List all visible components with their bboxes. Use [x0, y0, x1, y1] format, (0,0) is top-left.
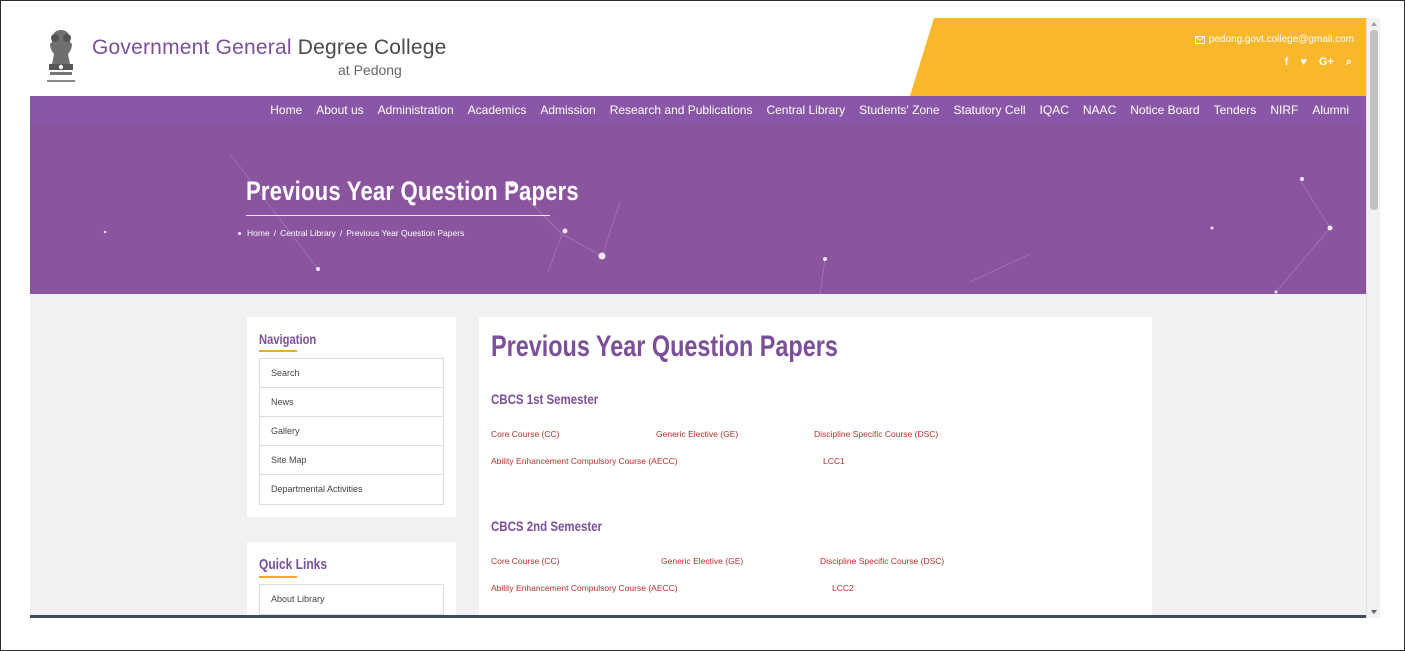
title-underline — [246, 215, 550, 216]
title-accent — [259, 350, 297, 352]
header-contact-panel: pedong.govt.college@gmail.com f ♥ G+ ⌕ — [910, 18, 1366, 96]
email-contact[interactable]: pedong.govt.college@gmail.com — [1194, 34, 1354, 45]
sidebar-item-about-library[interactable]: About Library — [260, 585, 443, 614]
sem2-aecc-link[interactable]: Ability Enhancement Compulsory Course (A… — [491, 583, 678, 593]
sidebar-item-site-map[interactable]: Site Map — [260, 446, 443, 475]
quick-links-list: About Library — [259, 584, 444, 615]
email-address: pedong.govt.college@gmail.com — [1208, 34, 1354, 45]
nav-tenders[interactable]: Tenders — [1207, 103, 1264, 117]
national-emblem-icon — [42, 26, 80, 88]
college-location: at Pedong — [338, 62, 402, 78]
sidebar-item-search[interactable]: Search — [260, 359, 443, 388]
sem1-aecc-link[interactable]: Ability Enhancement Compulsory Course (A… — [491, 456, 678, 466]
mail-icon — [1194, 35, 1205, 44]
nav-naac[interactable]: NAAC — [1076, 103, 1123, 117]
quick-links-widget: Quick Links About Library — [247, 542, 456, 618]
navigation-widget: Navigation Search News Gallery Site Map … — [247, 317, 456, 517]
breadcrumb-bullet-icon — [238, 231, 241, 235]
college-name-rest: Degree College — [297, 36, 447, 59]
breadcrumb-separator: / — [273, 228, 277, 238]
page-banner: Previous Year Question Papers Home / Cen… — [30, 124, 1366, 294]
sem2-core-course-link[interactable]: Core Course (CC) — [491, 556, 560, 566]
web-page: Government General Degree College at Ped… — [30, 18, 1366, 618]
page-title: Previous Year Question Papers — [246, 176, 579, 206]
nav-home[interactable]: Home — [263, 103, 309, 117]
navigation-list: Search News Gallery Site Map Departmenta… — [259, 358, 444, 505]
nav-alumni[interactable]: Alumni — [1305, 103, 1356, 117]
sem1-core-course-link[interactable]: Core Course (CC) — [491, 429, 560, 439]
sem2-generic-elective-link[interactable]: Generic Elective (GE) — [661, 556, 743, 566]
social-icons: f ♥ G+ ⌕ — [1285, 56, 1352, 69]
search-icon[interactable]: ⌕ — [1346, 56, 1352, 69]
sem1-lcc1-link[interactable]: LCC1 — [823, 456, 845, 466]
facebook-icon[interactable]: f — [1285, 56, 1289, 69]
nav-admission[interactable]: Admission — [533, 103, 602, 117]
nav-academics[interactable]: Academics — [461, 103, 534, 117]
footer-strip — [30, 615, 1366, 618]
main-content: Previous Year Question Papers CBCS 1st S… — [479, 317, 1152, 618]
breadcrumb-central-library[interactable]: Central Library — [280, 228, 336, 238]
breadcrumb-current: Previous Year Question Papers — [346, 228, 465, 238]
nav-statutory-cell[interactable]: Statutory Cell — [947, 103, 1033, 117]
breadcrumb: Home / Central Library / Previous Year Q… — [238, 228, 464, 238]
vertical-scrollbar[interactable] — [1366, 18, 1380, 618]
scroll-down-arrow-icon[interactable] — [1371, 610, 1377, 614]
sem2-discipline-specific-link[interactable]: Discipline Specific Course (DSC) — [820, 556, 944, 566]
sidebar-item-departmental-activities[interactable]: Departmental Activities — [260, 475, 443, 504]
navigation-title: Navigation — [259, 331, 317, 347]
nav-iqac[interactable]: IQAC — [1033, 103, 1076, 117]
breadcrumb-separator: / — [339, 228, 343, 238]
breadcrumb-home[interactable]: Home — [247, 228, 270, 238]
scrollbar-thumb[interactable] — [1370, 30, 1378, 210]
title-accent — [259, 576, 297, 578]
sem2-lcc2-link[interactable]: LCC2 — [832, 583, 854, 593]
nav-central-library[interactable]: Central Library — [759, 103, 852, 117]
nav-research-publications[interactable]: Research and Publications — [603, 103, 760, 117]
semester-1-heading: CBCS 1st Semester — [491, 391, 599, 407]
sem1-generic-elective-link[interactable]: Generic Elective (GE) — [656, 429, 738, 439]
sidebar-item-news[interactable]: News — [260, 388, 443, 417]
nav-administration[interactable]: Administration — [371, 103, 461, 117]
college-name-highlight: Government General — [92, 36, 292, 59]
sem1-discipline-specific-link[interactable]: Discipline Specific Course (DSC) — [814, 429, 938, 439]
sidebar-item-gallery[interactable]: Gallery — [260, 417, 443, 446]
main-navigation: Home About us Administration Academics A… — [30, 96, 1366, 124]
scroll-up-arrow-icon[interactable] — [1371, 22, 1377, 26]
twitter-icon[interactable]: ♥ — [1300, 56, 1307, 69]
nav-nirf[interactable]: NIRF — [1263, 103, 1305, 117]
nav-students-zone[interactable]: Students' Zone — [852, 103, 946, 117]
college-name[interactable]: Government General Degree College — [92, 36, 446, 60]
nav-about-us[interactable]: About us — [309, 103, 370, 117]
site-header: Government General Degree College at Ped… — [30, 18, 1366, 96]
content-title: Previous Year Question Papers — [491, 330, 838, 363]
nav-notice-board[interactable]: Notice Board — [1123, 103, 1206, 117]
constellation-decoration — [103, 153, 1333, 294]
google-plus-icon[interactable]: G+ — [1319, 56, 1334, 69]
quick-links-title: Quick Links — [259, 556, 328, 573]
semester-2-heading: CBCS 2nd Semester — [491, 518, 603, 534]
